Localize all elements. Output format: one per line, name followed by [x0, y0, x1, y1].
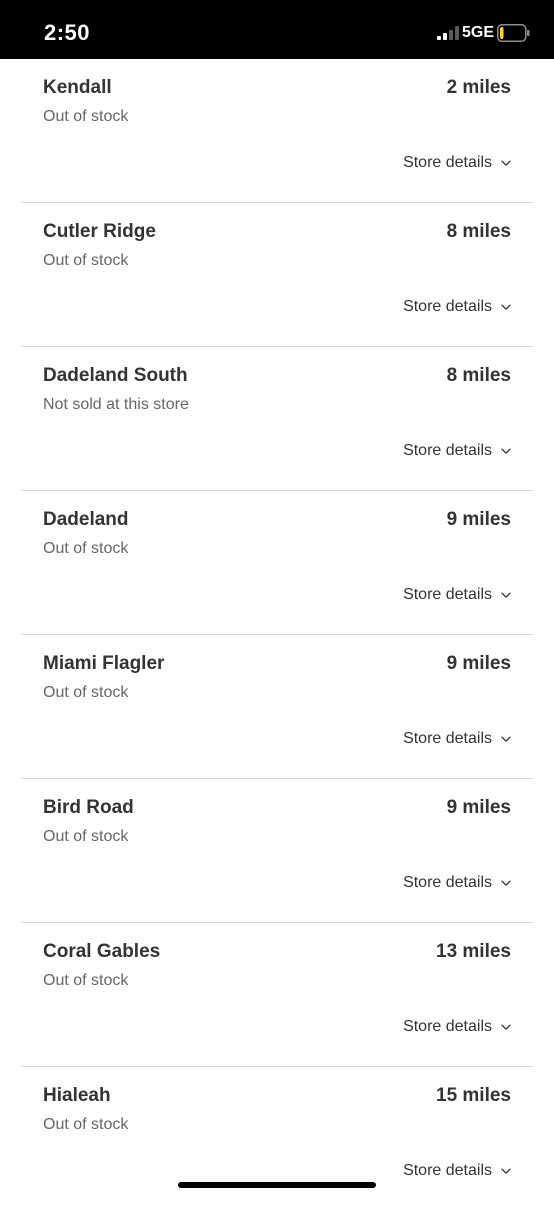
store-details-toggle[interactable]: Store details — [403, 1017, 511, 1037]
cellular-signal-icon — [437, 26, 459, 40]
chevron-down-icon — [501, 736, 511, 742]
store-details-label: Store details — [403, 730, 492, 747]
store-details-label: Store details — [403, 874, 492, 891]
store-name: Coral Gables — [43, 941, 161, 962]
stock-status: Out of stock — [43, 540, 129, 557]
store-name: Hialeah — [43, 1085, 111, 1106]
store-distance: 8 miles — [446, 221, 511, 242]
store-details-toggle[interactable]: Store details — [403, 441, 511, 461]
store-list-item: Coral Gables 13 miles Out of stock Store… — [22, 923, 532, 1067]
chevron-down-icon — [501, 1024, 511, 1030]
store-details-toggle[interactable]: Store details — [403, 585, 511, 605]
store-details-toggle[interactable]: Store details — [403, 729, 511, 749]
store-list-item: Kendall 2 miles Out of stock Store detai… — [22, 59, 532, 203]
stock-status: Out of stock — [43, 684, 129, 701]
store-name: Dadeland — [43, 509, 129, 530]
store-distance: 9 miles — [446, 653, 511, 674]
stock-status: Not sold at this store — [43, 396, 189, 413]
chevron-down-icon — [501, 304, 511, 310]
store-details-label: Store details — [403, 442, 492, 459]
store-distance: 9 miles — [446, 509, 511, 530]
stock-status: Out of stock — [43, 828, 129, 845]
network-type-label: 5GE — [462, 24, 495, 41]
home-indicator[interactable] — [178, 1182, 376, 1188]
store-list-item: Dadeland 9 miles Out of stock Store deta… — [22, 491, 532, 635]
stock-status: Out of stock — [43, 972, 129, 989]
store-distance: 15 miles — [436, 1085, 511, 1106]
battery-icon — [497, 24, 530, 42]
status-time: 2:50 — [44, 20, 91, 45]
chevron-down-icon — [501, 448, 511, 454]
store-details-label: Store details — [403, 1018, 492, 1035]
store-name: Bird Road — [43, 797, 134, 818]
chevron-down-icon — [501, 1168, 511, 1174]
chevron-down-icon — [501, 592, 511, 598]
store-list-item: Bird Road 9 miles Out of stock Store det… — [22, 779, 532, 923]
store-name: Cutler Ridge — [43, 221, 156, 242]
store-details-label: Store details — [403, 586, 492, 603]
store-name: Dadeland South — [43, 365, 188, 386]
store-details-toggle[interactable]: Store details — [403, 873, 511, 893]
stock-status: Out of stock — [43, 1116, 129, 1133]
store-distance: 9 miles — [446, 797, 511, 818]
store-name: Miami Flagler — [43, 653, 165, 674]
store-details-label: Store details — [403, 298, 492, 315]
store-name: Kendall — [43, 77, 112, 98]
chevron-down-icon — [501, 880, 511, 886]
store-details-label: Store details — [403, 154, 492, 171]
store-list-item: Miami Flagler 9 miles Out of stock Store… — [22, 635, 532, 779]
chevron-down-icon — [501, 160, 511, 166]
store-list-item: Cutler Ridge 8 miles Out of stock Store … — [22, 203, 532, 347]
store-distance: 13 miles — [436, 941, 511, 962]
stock-status: Out of stock — [43, 252, 129, 269]
store-distance: 8 miles — [446, 365, 511, 386]
store-list-item: Dadeland South 8 miles Not sold at this … — [22, 347, 532, 491]
store-distance: 2 miles — [446, 77, 511, 98]
store-details-toggle[interactable]: Store details — [403, 297, 511, 317]
store-details-label: Store details — [403, 1162, 492, 1179]
stock-status: Out of stock — [43, 108, 129, 125]
status-bar: 2:50 5GE — [0, 0, 554, 59]
store-details-toggle[interactable]: Store details — [403, 1161, 511, 1181]
store-list: Kendall 2 miles Out of stock Store detai… — [0, 59, 554, 1211]
store-details-toggle[interactable]: Store details — [403, 153, 511, 173]
store-list-item: Hialeah 15 miles Out of stock Store deta… — [22, 1067, 532, 1211]
